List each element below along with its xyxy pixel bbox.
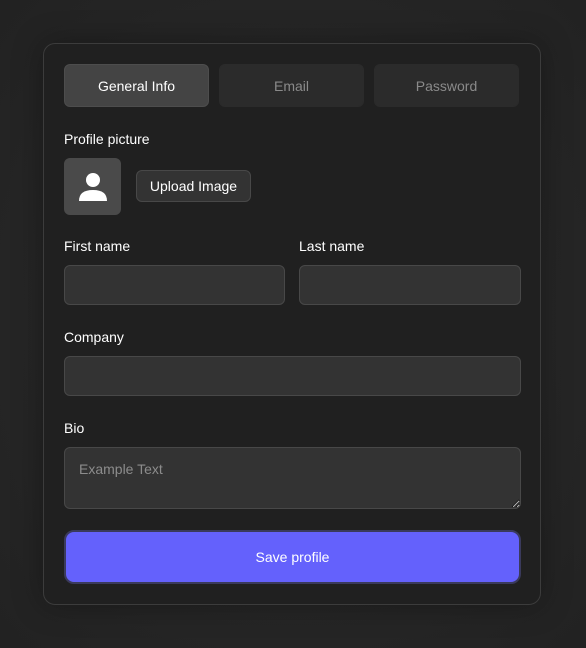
first-name-input[interactable]: [64, 265, 285, 305]
tab-general-info[interactable]: General Info: [64, 64, 209, 107]
bio-textarea[interactable]: [64, 447, 521, 509]
company-input[interactable]: [64, 356, 521, 396]
first-name-label: First name: [64, 238, 131, 254]
last-name-input[interactable]: [299, 265, 521, 305]
tab-email[interactable]: Email: [219, 64, 364, 107]
last-name-label: Last name: [299, 238, 365, 254]
profile-picture-label: Profile picture: [64, 131, 150, 147]
avatar: [64, 158, 121, 215]
profile-card: General Info Email Password Profile pict…: [43, 43, 541, 605]
user-icon: [78, 172, 107, 201]
upload-image-button[interactable]: Upload Image: [136, 170, 251, 202]
save-profile-button[interactable]: Save profile: [64, 530, 521, 584]
tab-password[interactable]: Password: [374, 64, 519, 107]
bio-label: Bio: [64, 420, 85, 436]
tab-bar: General Info Email Password: [64, 64, 519, 107]
company-label: Company: [64, 329, 124, 345]
